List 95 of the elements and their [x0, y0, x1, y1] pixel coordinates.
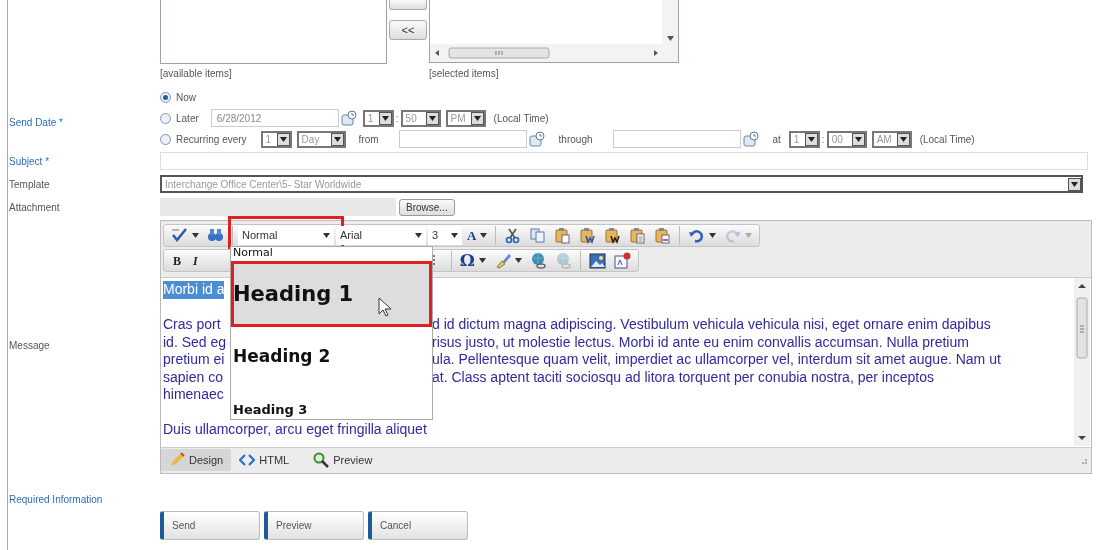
option-label: Now [176, 90, 196, 105]
italic-button[interactable]: I [188, 250, 203, 271]
editor-text: Duis ullamcorper, arcu eget fringilla aliquet [163, 421, 427, 439]
caret-icon [425, 111, 439, 125]
editor-text: pretium ei [163, 351, 225, 367]
option-label: Later [176, 111, 199, 126]
clipboard-icon [579, 227, 597, 244]
form-button[interactable]: Cancel [368, 511, 468, 540]
field-label: Message [8, 338, 51, 353]
caret-icon [323, 233, 330, 238]
editor-text: himenaec [163, 386, 224, 404]
mode-tab[interactable]: Design [161, 449, 232, 471]
binoculars-icon [207, 227, 224, 244]
calendar-icon[interactable] [742, 131, 759, 147]
option-label: Recurring every [176, 132, 247, 147]
caret-icon [276, 132, 290, 146]
mouse-pointer-icon [378, 297, 392, 317]
mode-tab[interactable]: Preview [305, 449, 381, 471]
scissors-icon [504, 227, 522, 244]
image-icon [588, 252, 606, 269]
move-left-button[interactable]: << [389, 20, 427, 40]
calendar-icon[interactable] [528, 131, 545, 147]
field-text: (Local Time) [493, 111, 549, 126]
field-label: Subject * [8, 154, 51, 169]
date-field[interactable]: 6/28/2012 [210, 109, 339, 127]
font-select[interactable]: Arial [336, 226, 426, 245]
clipboard-icon [554, 227, 572, 244]
form-button[interactable]: Send [160, 511, 260, 540]
radio-button[interactable] [160, 133, 171, 145]
clipboard-icon [604, 227, 622, 244]
list-caption: [selected items] [429, 67, 499, 81]
undo-icon [688, 227, 706, 244]
radio-button[interactable] [160, 91, 171, 103]
file-field[interactable] [160, 198, 396, 216]
field-text: through [558, 132, 593, 147]
code-icon [239, 452, 256, 468]
menu-item[interactable]: Heading 1 [231, 261, 432, 327]
field-text: (Local Time) [919, 132, 975, 147]
list-caption: [available items] [160, 67, 233, 81]
separator: : [821, 132, 825, 147]
editor-text: ula. Pellentesque quam velit, imperdiet ac ullamcorper vel, interdum sit amet augue. Nam ut [432, 351, 1001, 369]
bold-button[interactable]: B [168, 250, 186, 271]
editor-text: sapien co [163, 368, 223, 385]
available-items-list[interactable] [160, 0, 387, 64]
caret-icon [451, 233, 458, 238]
flash-icon [613, 252, 631, 269]
date-field[interactable] [612, 130, 741, 148]
caret-icon [1068, 177, 1081, 191]
caret-icon [378, 111, 392, 125]
selected-text: Morbi id a [163, 281, 225, 299]
redo-icon [724, 227, 742, 244]
field-text: at [772, 132, 781, 147]
magnifier-icon [313, 452, 330, 468]
pencil-icon [169, 452, 185, 468]
caret-icon [896, 132, 910, 146]
spellcheck-icon [171, 227, 188, 244]
selected-items-list[interactable] [429, 0, 679, 63]
radio-button[interactable] [160, 112, 171, 124]
symbol-button[interactable]: Ω [456, 250, 489, 271]
menu-item[interactable]: Heading 2 [231, 327, 432, 385]
field-label: Required Information [8, 493, 104, 507]
caret-icon [851, 132, 865, 146]
caret-icon [330, 132, 344, 146]
copy-icon [529, 227, 547, 244]
clipboard-icon [654, 227, 672, 244]
field-label: Send Date * [8, 116, 64, 130]
move-button[interactable] [389, 0, 427, 10]
editor-text: at. Class aptent taciti sociosqu ad litora torquent per conubia nostra, per inceptos [432, 368, 934, 386]
globe-link-icon [529, 252, 547, 269]
editor-text: d id dictum magna adipiscing. Vestibulum vehicula vehicula nisi, eget ornare enim dapibus [432, 316, 991, 334]
caret-icon [470, 111, 484, 125]
form-button[interactable]: Preview [264, 511, 364, 540]
size-select[interactable]: 3 [428, 226, 462, 245]
field-label: Attachment [8, 200, 61, 215]
resize-grip-icon [1079, 456, 1087, 464]
vertical-scrollbar[interactable] [1074, 278, 1090, 446]
editor-text: Cras port [163, 316, 221, 332]
date-field[interactable] [398, 130, 527, 148]
menu-item[interactable]: Normal [231, 247, 432, 261]
editor-text: id. Sed eg [163, 333, 227, 350]
clipboard-icon [629, 227, 647, 244]
font-color-button[interactable]: A [464, 225, 491, 246]
calendar-icon[interactable] [340, 110, 357, 126]
editor-text: risus justo, ut molestie lectus. Morbi id ante eu enim convallis accumsan. Nulla pretium [432, 333, 969, 351]
field-label: Template [8, 177, 51, 192]
separator: : [395, 111, 399, 126]
caret-icon [804, 132, 818, 146]
subject-field[interactable] [160, 152, 1088, 170]
mode-tab[interactable]: HTML [231, 449, 298, 471]
format-select[interactable]: Normal [238, 226, 334, 245]
scroll-down-icon [667, 36, 674, 41]
globe-link-icon [554, 252, 572, 269]
browse-button[interactable]: Browse... [399, 198, 455, 216]
caret-icon [415, 233, 422, 238]
field-text: from [358, 132, 379, 147]
